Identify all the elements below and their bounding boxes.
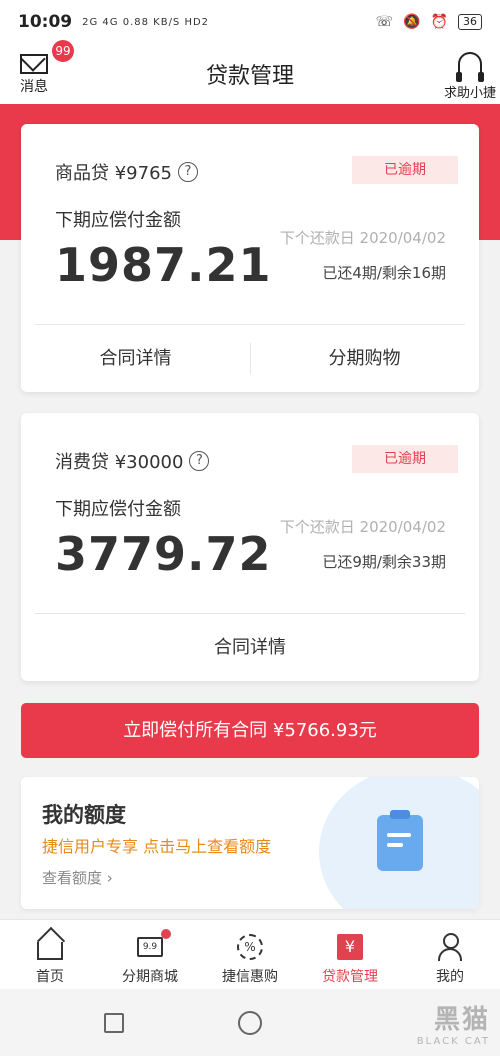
- notification-dot: [161, 929, 171, 939]
- tab-label: 首页: [36, 969, 64, 985]
- battery-icon: 36: [458, 14, 482, 30]
- app-header: 99 消息 贷款管理 求助小捷: [0, 40, 500, 104]
- loan-name: 消费贷 ¥30000 ?: [55, 448, 210, 474]
- network-indicator: 2G 4G 0.88 KB/S HD2: [82, 16, 210, 28]
- loan-name: 商品贷 ¥9765 ?: [55, 159, 198, 185]
- contract-details-button[interactable]: 合同详情: [21, 325, 250, 392]
- tab-label: 捷信惠购: [222, 969, 278, 985]
- status-badge: 已逾期: [352, 445, 458, 473]
- tab-deals[interactable]: % 捷信惠购: [200, 920, 300, 989]
- due-amount: 1987.21: [55, 238, 272, 292]
- loan-card: 商品贷 ¥9765 ? 已逾期 下期应偿付金额 1987.21 下个还款日 20…: [21, 124, 479, 392]
- help-label: 求助小捷: [443, 86, 496, 101]
- home-button[interactable]: [238, 1011, 262, 1035]
- status-icons: ☏ 🔕 ⏰ 36: [376, 14, 482, 30]
- tab-label: 贷款管理: [322, 969, 378, 985]
- next-payment-date: 下个还款日 2020/04/02: [279, 518, 446, 536]
- help-button[interactable]: 求助小捷: [440, 48, 500, 101]
- tab-mall[interactable]: 9.9 分期商城: [100, 920, 200, 989]
- status-bar: 10:09 2G 4G 0.88 KB/S HD2 ☏ 🔕 ⏰ 36: [0, 0, 500, 44]
- tab-loan-management[interactable]: ¥ 贷款管理: [300, 920, 400, 989]
- tab-label: 分期商城: [122, 969, 178, 985]
- due-amount: 3779.72: [55, 527, 272, 581]
- tab-mine[interactable]: 我的: [400, 920, 500, 989]
- home-icon: [37, 942, 63, 960]
- headset-icon: [456, 52, 484, 82]
- yuan-icon: ¥: [337, 934, 363, 960]
- card-actions: 合同详情: [21, 614, 479, 681]
- tab-home[interactable]: 首页: [0, 920, 100, 989]
- bell-off-icon: 🔕: [403, 14, 421, 30]
- contract-details-button[interactable]: 合同详情: [21, 614, 479, 681]
- user-icon: [437, 933, 463, 961]
- watermark-logo: 黑猫 BLACK CAT: [416, 1005, 490, 1047]
- discount-icon: %: [237, 934, 263, 960]
- quota-subtitle: 捷信用户专享 点击马上查看额度: [42, 837, 272, 856]
- status-time: 10:09: [18, 12, 73, 32]
- tab-label: 我的: [436, 969, 464, 985]
- page-title: 贷款管理: [205, 64, 294, 89]
- question-icon[interactable]: ?: [177, 162, 198, 182]
- loan-card: 消费贷 ¥30000 ? 已逾期 下期应偿付金额 3779.72 下个还款日 2…: [21, 413, 479, 681]
- clipboard-icon: [377, 810, 423, 871]
- quota-card[interactable]: 我的额度 捷信用户专享 点击马上查看额度 查看额度 ›: [21, 777, 479, 909]
- installment-progress: 已还4期/剩余16期: [322, 264, 446, 282]
- quota-title: 我的额度: [42, 803, 126, 827]
- view-quota-link[interactable]: 查看额度 ›: [42, 867, 113, 888]
- bottom-tab-bar: 首页 9.9 分期商城 % 捷信惠购 ¥ 贷款管理 我的: [0, 919, 500, 989]
- installment-progress: 已还9期/剩余33期: [322, 553, 446, 571]
- next-payment-date: 下个还款日 2020/04/02: [279, 229, 446, 247]
- installment-shopping-button[interactable]: 分期购物: [250, 325, 479, 392]
- due-label: 下期应偿付金额: [55, 210, 181, 231]
- question-icon[interactable]: ?: [189, 451, 210, 471]
- system-nav-bar: 黑猫 BLACK CAT: [0, 989, 500, 1056]
- card-actions: 合同详情 分期购物: [21, 325, 479, 392]
- due-label: 下期应偿付金额: [55, 499, 181, 520]
- cart-icon: 9.9: [137, 929, 171, 957]
- alarm-icon: ⏰: [430, 14, 448, 30]
- status-badge: 已逾期: [352, 156, 458, 184]
- wifi-call-icon: ☏: [375, 14, 394, 30]
- pay-all-button[interactable]: 立即偿付所有合同 ¥5766.93元: [21, 703, 479, 758]
- recent-apps-button[interactable]: [104, 1013, 124, 1033]
